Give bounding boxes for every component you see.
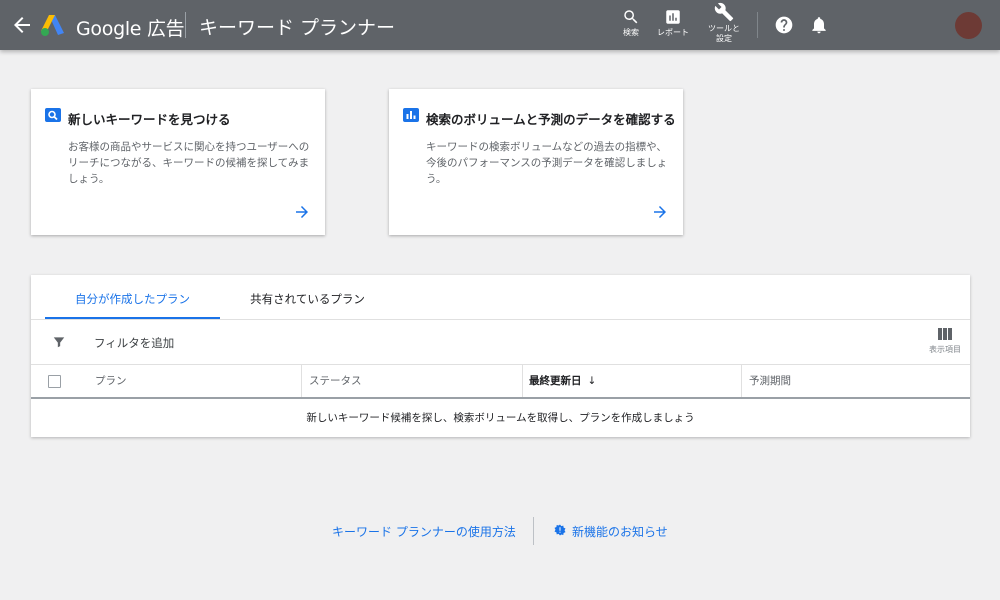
how-to-use-link[interactable]: キーワード プランナーの使用方法 [332,523,516,540]
header-search-button[interactable]: 検索 [607,8,655,38]
page-title: キーワード プランナー [199,17,396,39]
header-tools-label: ツールと 設定 [708,24,740,43]
columns-button[interactable]: 表示項目 [926,328,964,355]
help-icon[interactable] [774,15,794,35]
discover-keywords-card[interactable]: 新しいキーワードを見つける お客様の商品やサービスに関心を持つユーザーへのリーチ… [31,89,325,235]
card-title: 検索のボリュームと予測のデータを確認する [426,112,676,127]
column-separator [522,365,523,397]
forecast-card[interactable]: 検索のボリュームと予測のデータを確認する キーワードの検索ボリュームなどの過去の… [389,89,683,235]
header-divider [757,12,758,38]
sort-descending-icon: ↓ [587,375,597,387]
bell-icon[interactable] [809,15,829,35]
search-icon [624,10,638,24]
wrench-icon [714,2,734,22]
tabs-divider [31,319,970,320]
plans-panel: 自分が作成したプラン 共有されているプラン フィルタを追加 表示項目 プラン ス… [31,275,970,437]
top-app-bar: Google 広告 キーワード プランナー 検索 レポート ツールと 設定 [0,0,1000,50]
header-search-label: 検索 [623,28,639,37]
column-separator [741,365,742,397]
bar-chart-icon [403,108,419,122]
column-header-label: 最終更新日 [529,375,582,387]
filter-icon[interactable] [52,335,66,349]
account-avatar[interactable] [955,12,982,39]
columns-label: 表示項目 [929,345,961,354]
header-reports-button[interactable]: レポート [649,8,697,38]
brand-divider [185,12,186,38]
card-title: 新しいキーワードを見つける [68,112,231,127]
column-header-status[interactable]: ステータス [309,365,362,397]
footer-divider [533,517,534,545]
select-all-checkbox[interactable] [48,375,61,388]
table-header-top-border [31,364,970,365]
card-description: キーワードの検索ボリュームなどの過去の指標や、今後のパフォーマンスの予測データを… [426,141,668,185]
card-description: お客様の商品やサービスに関心を持つユーザーへのリーチにつながる、キーワードの候補… [68,141,310,185]
column-header-plan[interactable]: プラン [95,365,127,397]
header-tools-button[interactable]: ツールと 設定 [700,2,748,44]
column-separator [301,365,302,397]
new-features-link[interactable]: 新機能のお知らせ [572,523,668,540]
column-header-last-updated[interactable]: 最終更新日 ↓ [529,365,596,397]
arrow-forward-icon[interactable] [293,203,311,221]
brand-name: Google 広告 [76,18,185,40]
add-filter-button[interactable]: フィルタを追加 [94,335,174,351]
tab-my-plans[interactable]: 自分が作成したプラン [45,275,220,319]
tab-shared-plans[interactable]: 共有されているプラン [220,275,395,319]
new-features-icon [554,524,566,536]
columns-icon [938,328,952,340]
google-ads-logo [41,15,64,36]
column-header-forecast-period[interactable]: 予測期間 [749,365,791,397]
arrow-forward-icon[interactable] [651,203,669,221]
report-icon [666,10,680,24]
empty-state-message: 新しいキーワード候補を探し、検索ボリュームを取得し、プランを作成しましょう [306,412,695,424]
header-reports-label: レポート [657,28,689,37]
back-arrow-icon[interactable] [10,13,34,37]
search-icon [45,108,61,122]
